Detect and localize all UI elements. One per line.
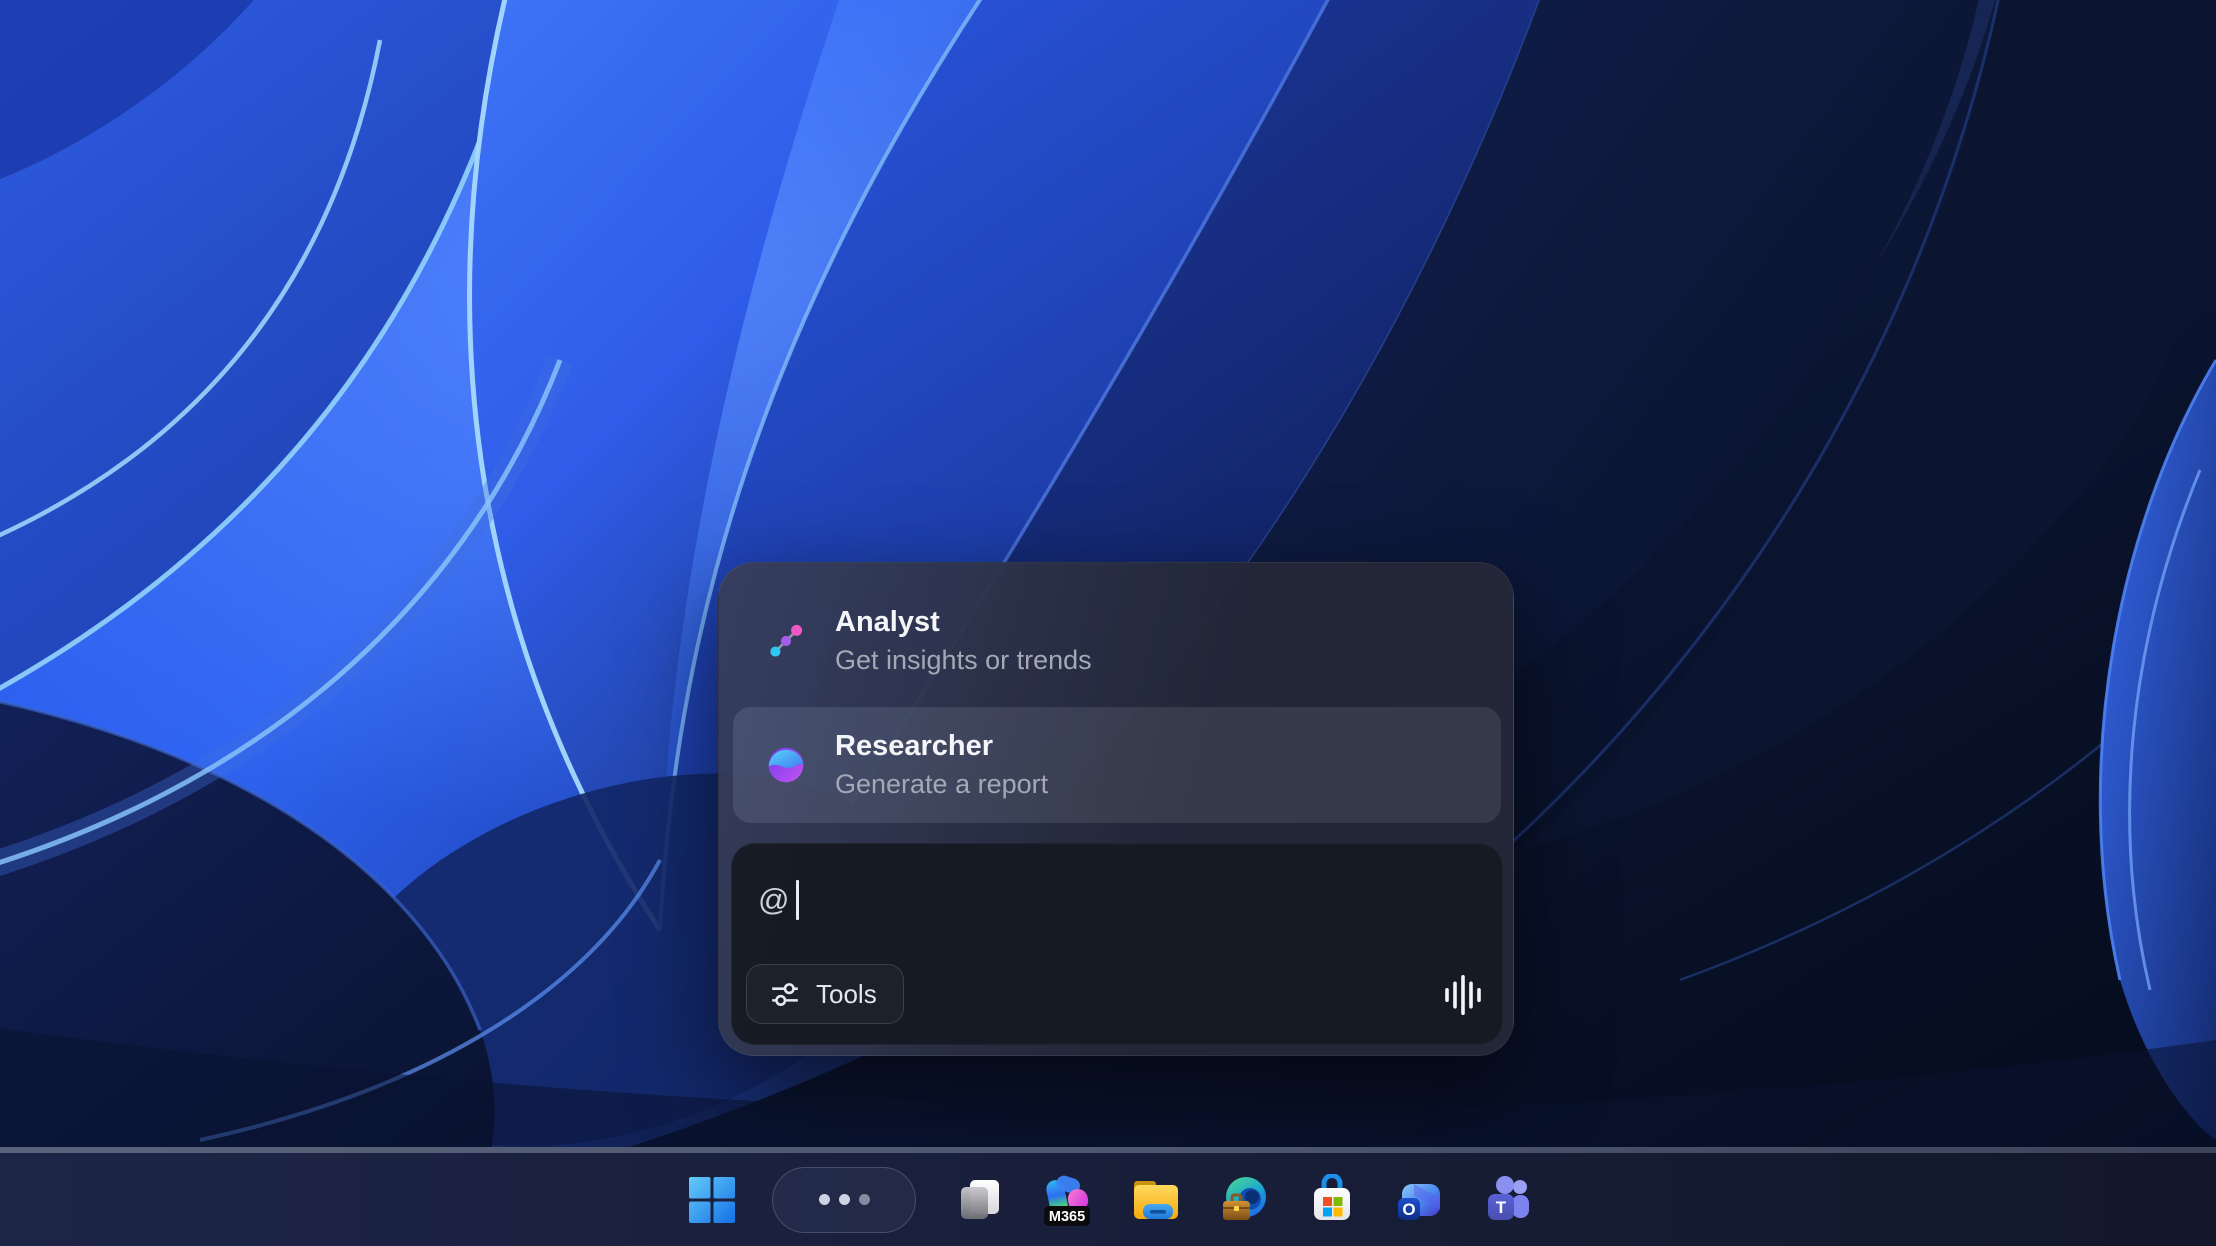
tools-button-label: Tools [816, 979, 877, 1010]
ellipsis-dot [859, 1194, 870, 1205]
file-explorer-icon [1129, 1173, 1183, 1227]
start-button[interactable] [681, 1169, 743, 1231]
m365-copilot-button[interactable]: M365 [1037, 1169, 1099, 1231]
prompt-input-area[interactable]: @ Tools [731, 843, 1503, 1045]
prompt-text: @ [758, 882, 789, 918]
voice-input-button[interactable] [1440, 972, 1486, 1018]
agent-description: Generate a report [835, 770, 1048, 800]
m365-copilot-icon: M365 [1040, 1172, 1096, 1228]
more-apps-pill-button[interactable] [772, 1167, 916, 1233]
copilot-agent-flyout: Analyst Get insights or trends [718, 562, 1514, 1056]
researcher-icon [763, 744, 809, 786]
outlook-icon: O [1394, 1174, 1446, 1226]
outlook-letter: O [1402, 1200, 1415, 1219]
analyst-icon [763, 623, 809, 659]
teams-letter: T [1496, 1198, 1507, 1217]
edge-for-business-button[interactable] [1213, 1169, 1275, 1231]
agent-option-analyst[interactable]: Analyst Get insights or trends [733, 579, 1501, 703]
microsoft-store-icon [1306, 1174, 1358, 1226]
windows-logo-icon [689, 1177, 735, 1223]
prompt-text-line: @ [758, 880, 799, 920]
agent-option-researcher[interactable]: Researcher Generate a report [733, 707, 1501, 823]
agent-name: Analyst [835, 607, 1092, 639]
tools-button[interactable]: Tools [746, 964, 904, 1024]
edge-briefcase-icon [1217, 1173, 1271, 1227]
teams-icon: T [1480, 1172, 1536, 1228]
stacked-windows-icon [955, 1175, 1005, 1225]
teams-button[interactable]: T [1477, 1169, 1539, 1231]
agent-description: Get insights or trends [835, 646, 1092, 676]
waveform-icon [1440, 972, 1486, 1018]
agent-name: Researcher [835, 731, 1048, 763]
ellipsis-dot [819, 1194, 830, 1205]
ellipsis-dot [839, 1194, 850, 1205]
taskbar: M365 [0, 1153, 2216, 1246]
m365-badge-label: M365 [1049, 1209, 1085, 1225]
microsoft-store-button[interactable] [1301, 1169, 1363, 1231]
file-explorer-button[interactable] [1125, 1169, 1187, 1231]
outlook-button[interactable]: O [1389, 1169, 1451, 1231]
text-cursor [796, 880, 799, 920]
sliders-icon [769, 978, 801, 1010]
task-view-button[interactable] [949, 1169, 1011, 1231]
desktop: Analyst Get insights or trends [0, 0, 2216, 1246]
